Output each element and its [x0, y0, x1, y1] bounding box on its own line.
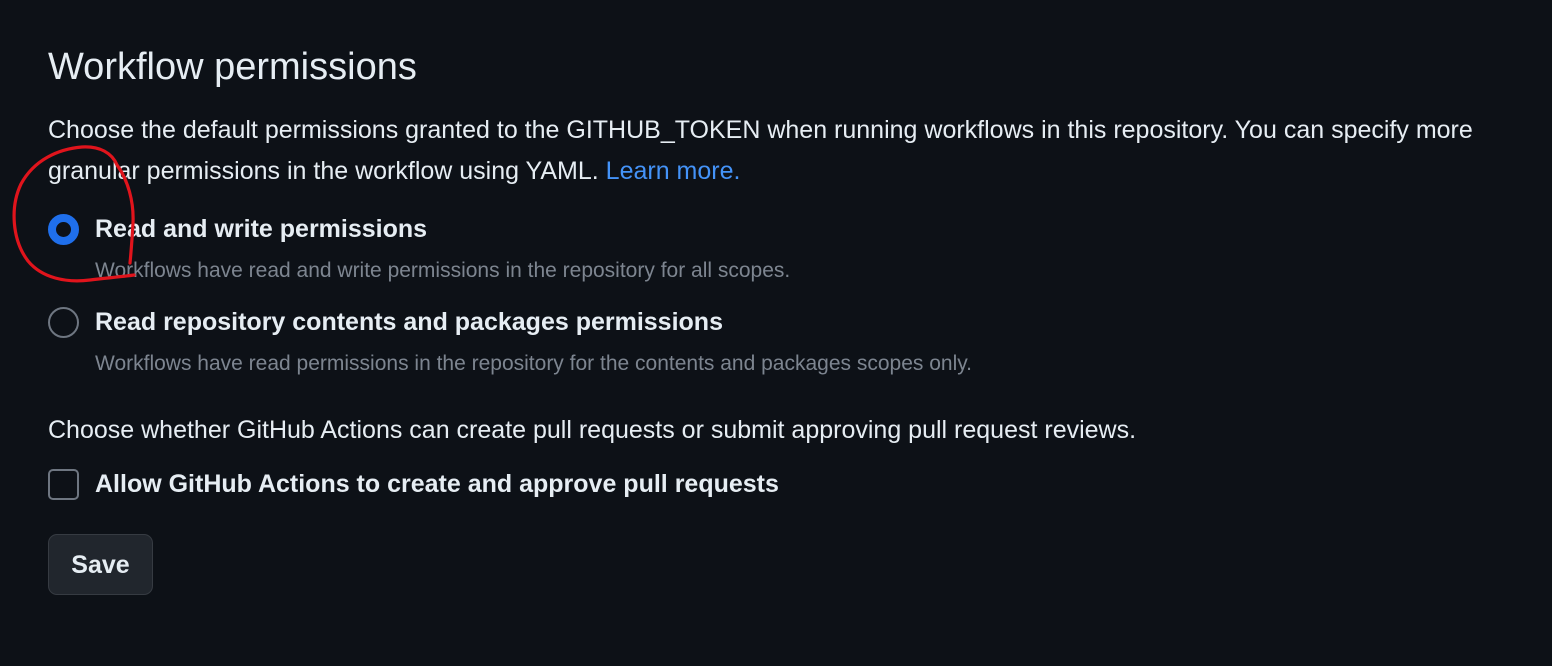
section-description: Choose the default permissions granted t…: [48, 110, 1518, 192]
pull-request-question: Choose whether GitHub Actions can create…: [48, 416, 1137, 444]
workflow-permissions-page: Workflow permissions Choose the default …: [0, 0, 1552, 666]
allow-pr-checkbox[interactable]: [48, 469, 79, 500]
allow-pr-checkbox-label[interactable]: Allow GitHub Actions to create and appro…: [95, 467, 779, 501]
read-only-radio[interactable]: [48, 307, 79, 338]
section-title: Workflow permissions: [48, 46, 417, 88]
learn-more-link[interactable]: Learn more.: [606, 157, 741, 185]
description-text: Choose the default permissions granted t…: [48, 116, 1473, 185]
read-write-note: Workflows have read and write permission…: [95, 259, 791, 282]
read-write-label[interactable]: Read and write permissions: [95, 212, 427, 246]
read-write-radio[interactable]: [48, 214, 79, 245]
save-button[interactable]: Save: [48, 534, 153, 595]
read-only-note: Workflows have read permissions in the r…: [95, 352, 973, 375]
read-only-label[interactable]: Read repository contents and packages pe…: [95, 305, 723, 339]
